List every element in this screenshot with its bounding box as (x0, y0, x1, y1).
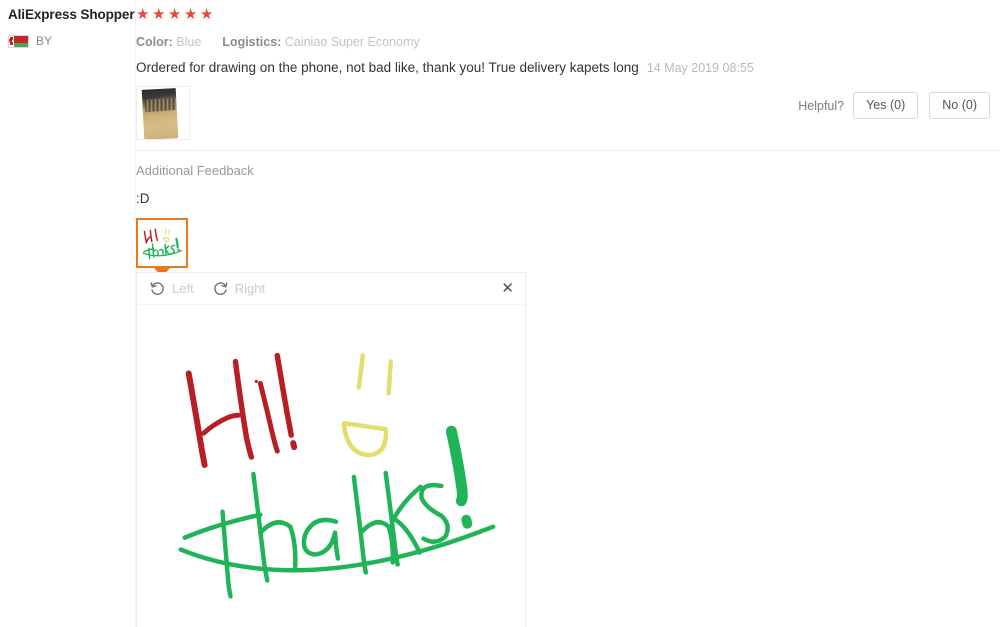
viewer-toolbar: Left Right ✕ (137, 273, 525, 305)
star-icon-4: ★ (183, 6, 200, 23)
flag-belarus-icon (8, 34, 29, 48)
close-icon[interactable]: ✕ (501, 279, 514, 297)
attribute-label-color: Color: (136, 35, 173, 49)
attribute-value-logistics: Cainiao Super Economy (284, 35, 420, 49)
star-icon-5: ★ (199, 6, 216, 23)
review-photo-row (136, 86, 190, 140)
review-photo-image (141, 88, 179, 139)
rotate-right-label: Right (234, 281, 266, 296)
star-icon-1: ★ (136, 6, 152, 23)
review-photo-thumbnail[interactable] (136, 86, 190, 140)
star-icon-3: ★ (167, 6, 184, 23)
reviewer-country: BY (8, 34, 135, 48)
helpful-yes-button[interactable]: Yes (0) (853, 92, 919, 119)
additional-feedback-title: Additional Feedback (136, 163, 254, 178)
rotate-counterclockwise-icon (149, 280, 166, 297)
attribute-label-logistics: Logistics: (222, 35, 282, 49)
review-body: Ordered for drawing on the phone, not ba… (136, 58, 754, 78)
hi-exclamation-dot (290, 440, 298, 451)
drawing-image (137, 305, 525, 627)
review-date: 14 May 2019 08:55 (646, 61, 754, 75)
additional-feedback-text: :D (136, 191, 150, 206)
additional-feedback-thumbnail-wrap (136, 218, 188, 277)
star-icon-2: ★ (151, 6, 168, 23)
drawing-thumbnail-preview (142, 228, 183, 260)
section-divider (136, 150, 1000, 151)
review-body-text: Ordered for drawing on the phone, not ba… (136, 60, 639, 75)
review-detail-page: AliExpress Shopper BY ★★★★★ Color: Blue … (0, 0, 1000, 627)
country-code-label: BY (36, 34, 53, 48)
hi-i-dot (254, 379, 258, 384)
review-photo-detail (144, 97, 177, 113)
attribute-value-color: Blue (176, 35, 202, 49)
reviewer-column: AliExpress Shopper BY (0, 0, 136, 627)
rotate-right-button[interactable]: Right (212, 280, 265, 297)
rotate-clockwise-icon (212, 280, 229, 297)
additional-feedback-thumbnail[interactable] (136, 218, 188, 268)
drawing-viewer-panel: Left Right ✕ (136, 272, 526, 627)
thanks-exclamation-dot (461, 514, 473, 529)
rotate-left-label: Left (172, 281, 194, 296)
helpful-label: Helpful? (798, 98, 845, 113)
helpful-no-button[interactable]: No (0) (929, 92, 990, 119)
smiley-eye-right (386, 359, 393, 396)
review-content: ★★★★★ Color: Blue Logistics: Cainiao Sup… (136, 0, 1000, 627)
rating-stars: ★★★★★ (136, 7, 216, 23)
drawing-canvas[interactable] (137, 305, 525, 627)
product-attributes: Color: Blue Logistics: Cainiao Super Eco… (136, 34, 420, 50)
rotate-left-button[interactable]: Left (149, 280, 194, 297)
reviewer-name: AliExpress Shopper (8, 7, 135, 22)
helpful-vote-group: Helpful? Yes (0) No (0) (798, 92, 990, 119)
